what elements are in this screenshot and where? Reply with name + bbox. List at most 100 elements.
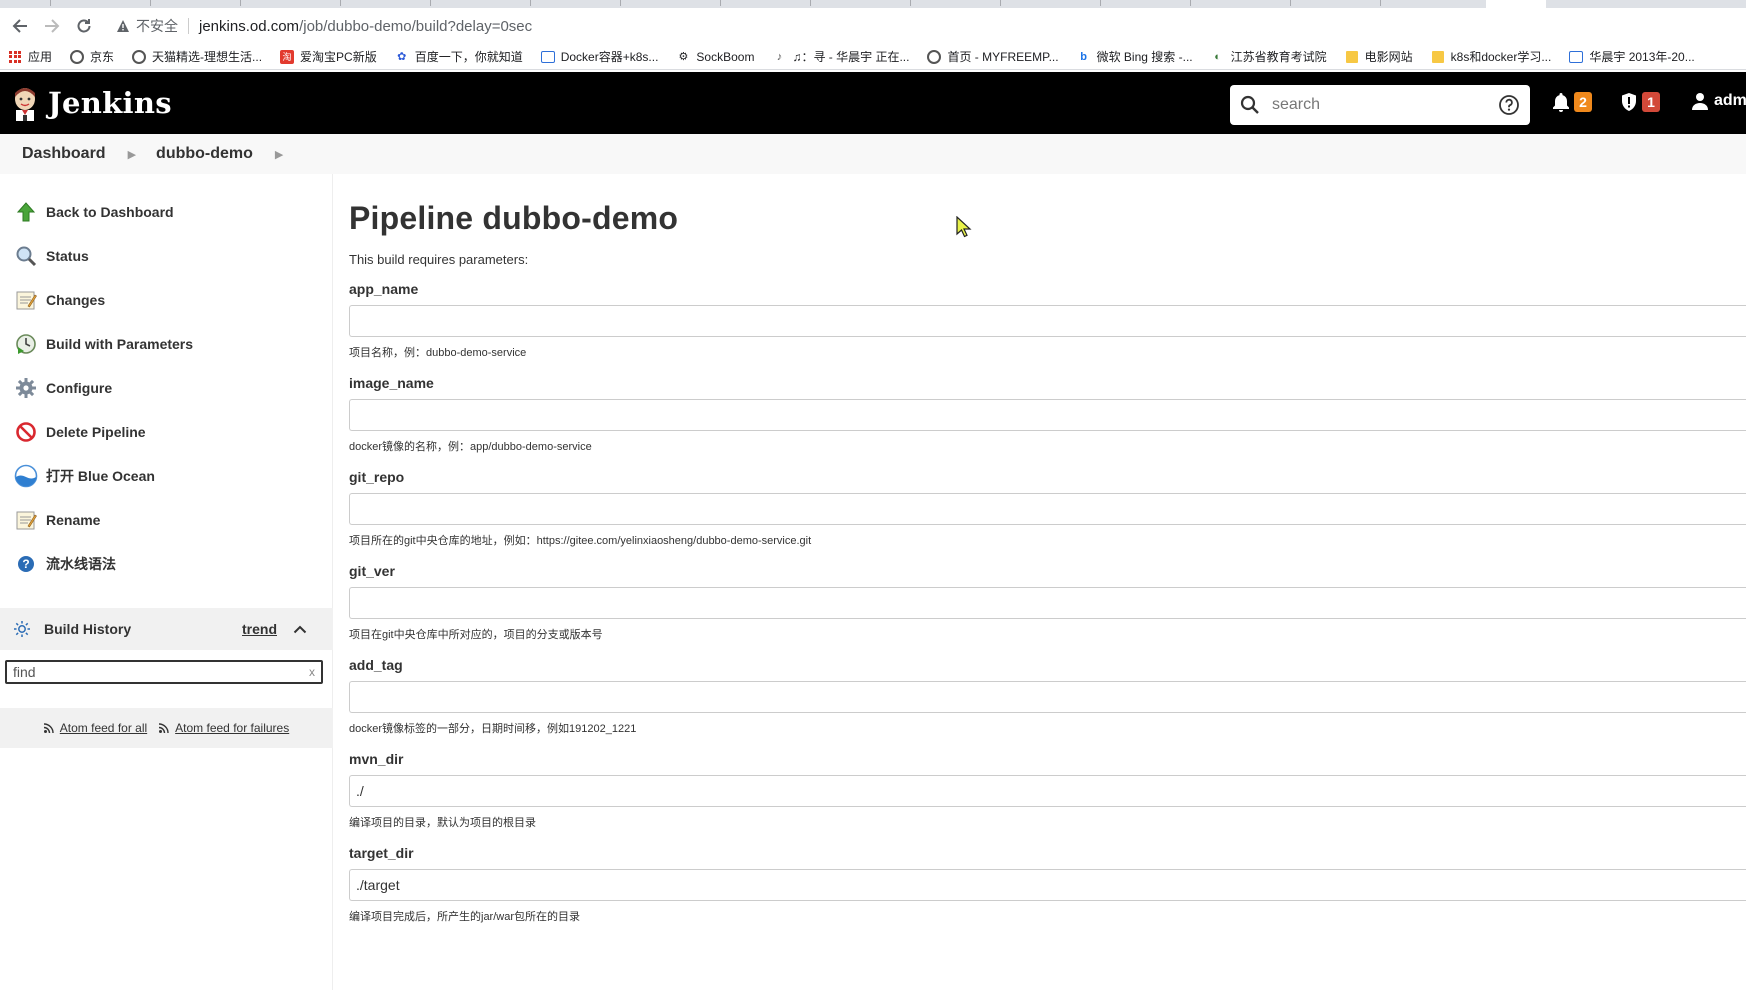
shield-alert-icon <box>1622 93 1636 111</box>
breadcrumb-chevron-icon[interactable]: ▶ <box>128 148 136 161</box>
apps-grid-icon <box>8 50 22 64</box>
bilibili-tv-icon <box>1569 50 1584 64</box>
git-repo-input[interactable] <box>349 493 1746 525</box>
magnifier-icon <box>14 244 38 268</box>
target-dir-input[interactable] <box>349 869 1746 901</box>
bell-icon <box>1553 93 1569 112</box>
breadcrumb-job[interactable]: dubbo-demo <box>156 145 253 163</box>
atom-feed-failures-label: Atom feed for failures <box>175 721 290 735</box>
breadcrumb-dashboard[interactable]: Dashboard <box>22 145 106 163</box>
globe-icon <box>132 49 147 64</box>
globe-icon <box>927 49 942 64</box>
jenkins-logo-link[interactable]: Jenkins <box>10 85 172 121</box>
sidebar-item-label: Build with Parameters <box>46 336 194 352</box>
jenkins-header: Jenkins 2 1 adm <box>0 72 1746 134</box>
globe-icon <box>70 49 85 64</box>
sidebar-item-label: Changes <box>46 292 106 308</box>
bookmark-sockboom[interactable]: ⚙ SockBoom <box>676 50 754 64</box>
bookmark-movies[interactable]: 电影网站 <box>1345 48 1413 65</box>
active-browser-tab[interactable] <box>1486 0 1546 8</box>
sidebar-item-pipeline-syntax[interactable]: ? 流水线语法 <box>0 542 332 586</box>
breadcrumb-chevron-icon[interactable]: ▶ <box>275 148 283 161</box>
param-image-name: image_name docker镜像的名称，例：app/dubbo-demo-… <box>349 373 1746 455</box>
chevron-up-icon <box>293 625 307 634</box>
notepad-icon <box>14 288 38 312</box>
bookmark-aitaobao[interactable]: 淘 爱淘宝PC新版 <box>280 48 377 65</box>
mvn-dir-input[interactable] <box>349 775 1746 807</box>
sidebar-item-build-with-parameters[interactable]: Build with Parameters <box>0 322 332 366</box>
search-icon <box>1240 95 1259 114</box>
svg-text:?: ? <box>22 557 29 571</box>
param-add-tag: add_tag docker镜像标签的一部分，日期时间移，例如191202_12… <box>349 655 1746 737</box>
jenkins-butler-icon <box>15 88 35 121</box>
app-name-input[interactable] <box>349 305 1746 337</box>
bookmark-huachenyu[interactable]: 华晨宇 2013年-20... <box>1569 48 1695 65</box>
bookmark-label: 电影网站 <box>1364 50 1413 64</box>
clear-icon[interactable]: x <box>309 665 315 679</box>
bookmark-tmall[interactable]: 天猫精选-理想生活... <box>132 48 262 65</box>
forward-button[interactable] <box>40 14 64 38</box>
bookmark-docker[interactable]: Docker容器+k8s... <box>540 48 659 65</box>
bookmark-label: ♫：寻 - 华晨宇 正在... <box>792 50 910 64</box>
bookmark-myfreemp[interactable]: 首页 - MYFREEMP... <box>927 48 1059 65</box>
sidebar-item-delete-pipeline[interactable]: Delete Pipeline <box>0 410 332 454</box>
trend-link[interactable]: trend <box>242 621 277 637</box>
image-name-input[interactable] <box>349 399 1746 431</box>
git-ver-input[interactable] <box>349 587 1746 619</box>
sidebar-item-label: Rename <box>46 512 101 528</box>
url-field[interactable]: 不安全 jenkins.od.com/job/dubbo-demo/build?… <box>104 12 1746 40</box>
bookmark-baidu[interactable]: ✿ 百度一下，你就知道 <box>395 48 523 65</box>
atom-feeds: Atom feed for all Atom feed for failures <box>0 708 333 748</box>
param-description: docker镜像标签的一部分，日期时间移，例如191202_1221 <box>349 723 637 735</box>
param-app-name: app_name 项目名称，例：dubbo-demo-service <box>349 279 1746 361</box>
build-history-find-input[interactable] <box>13 664 309 680</box>
bookmark-k8s-folder[interactable]: k8s和docker学习... <box>1431 48 1551 65</box>
address-bar: 不安全 jenkins.od.com/job/dubbo-demo/build?… <box>0 8 1746 44</box>
back-button[interactable] <box>8 14 32 38</box>
bing-icon: b <box>1080 50 1087 63</box>
bookmark-jseea[interactable]: ◐ 江苏省教育考试院 <box>1211 48 1326 65</box>
search-box <box>1230 85 1530 125</box>
user-menu[interactable]: adm <box>1692 92 1746 110</box>
bookmark-bing[interactable]: b 微软 Bing 搜索 -... <box>1077 48 1192 65</box>
sidebar-item-status[interactable]: Status <box>0 234 332 278</box>
help-icon[interactable] <box>1498 94 1520 116</box>
insecure-label: 不安全 <box>136 18 178 34</box>
bookmark-label: Docker容器+k8s... <box>560 50 659 64</box>
param-git-repo: git_repo 项目所在的git中央仓库的地址，例如：https://gite… <box>349 467 1746 549</box>
bookmark-label: 百度一下，你就知道 <box>414 50 523 64</box>
bookmark-jd[interactable]: 京东 <box>70 48 114 65</box>
bookmark-apps[interactable]: 应用 <box>8 48 52 65</box>
bookmark-label: 首页 - MYFREEMP... <box>947 50 1059 64</box>
url-host: jenkins.od.com <box>199 17 300 35</box>
param-target-dir: target_dir 编译项目完成后，所产生的jar/war包所在的目录 <box>349 843 1746 925</box>
param-description: docker镜像的名称，例：app/dubbo-demo-service <box>349 441 592 453</box>
warning-triangle-icon <box>117 20 129 32</box>
bookmark-label: 京东 <box>90 50 115 64</box>
sidebar-item-rename[interactable]: Rename <box>0 498 332 542</box>
bookmark-music[interactable]: ♪ ♫：寻 - 华晨宇 正在... <box>772 48 910 65</box>
param-label: app_name <box>349 281 419 297</box>
baidu-paw-icon: ✿ <box>397 51 407 63</box>
reload-button[interactable] <box>72 14 96 38</box>
param-description: 编译项目完成后，所产生的jar/war包所在的目录 <box>349 911 581 923</box>
exam-icon: ◐ <box>1214 50 1221 63</box>
collapse-button[interactable] <box>293 621 307 637</box>
notifications-button[interactable]: 2 <box>1552 92 1592 112</box>
blue-ocean-icon <box>14 464 38 488</box>
rss-icon <box>43 723 54 733</box>
page-title: Pipeline dubbo-demo <box>349 200 679 236</box>
atom-feed-failures-link[interactable]: Atom feed for failures <box>159 721 289 735</box>
security-button[interactable]: 1 <box>1620 92 1660 112</box>
atom-feed-all-link[interactable]: Atom feed for all <box>43 721 147 735</box>
sidebar-item-blue-ocean[interactable]: 打开 Blue Ocean <box>0 454 332 498</box>
sidebar-item-back-to-dashboard[interactable]: Back to Dashboard <box>0 190 332 234</box>
param-label: add_tag <box>349 657 403 673</box>
param-label: git_repo <box>349 469 405 485</box>
bookmark-label: 华晨宇 2013年-20... <box>1589 50 1695 64</box>
url-path: /job/dubbo-demo/build?delay=0sec <box>299 17 533 35</box>
add-tag-input[interactable] <box>349 681 1746 713</box>
sidebar-item-configure[interactable]: Configure <box>0 366 332 410</box>
search-input[interactable] <box>1272 96 1498 114</box>
sidebar-item-changes[interactable]: Changes <box>0 278 332 322</box>
